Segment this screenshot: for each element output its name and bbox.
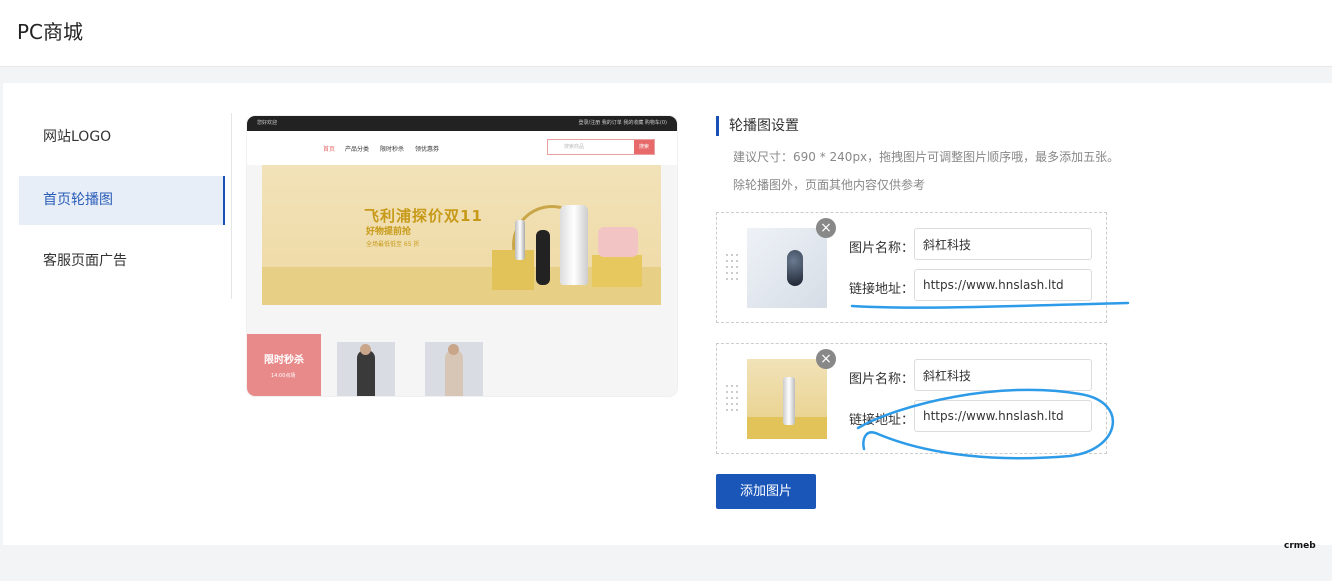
- image-name-input[interactable]: [914, 228, 1092, 260]
- menu-item-logo[interactable]: 网站LOGO: [19, 113, 224, 162]
- page-header: PC商城: [0, 0, 1332, 67]
- size-hint: 建议尺寸：690 * 240px，拖拽图片可调整图片顺序哦，最多添加五张。: [733, 150, 1120, 164]
- page-title: PC商城: [17, 20, 84, 44]
- preview-search-button: 搜索: [634, 140, 654, 154]
- preview-product-image: [337, 342, 395, 396]
- main-panel: 网站LOGO 首页轮播图 客服页面广告 您好欢迎 登录/注册 我的订单 我的收藏…: [3, 83, 1332, 545]
- drag-handle-icon[interactable]: [726, 254, 738, 280]
- link-label: 链接地址：: [849, 413, 915, 428]
- link-label: 链接地址：: [849, 282, 915, 297]
- preview-nav-item: 限时秒杀: [380, 146, 405, 153]
- preview-nav-item: 产品分类: [345, 146, 370, 153]
- image-name-label: 图片名称：: [849, 372, 915, 387]
- flash-sale-title: 限时秒杀: [264, 355, 304, 366]
- preview-search-placeholder: 搜索商品: [564, 144, 585, 150]
- add-image-button[interactable]: 添加图片: [716, 474, 816, 509]
- preview-top-links: 登录/注册 我的订单 我的收藏 购物车(0): [578, 120, 667, 126]
- banner-headline: 飞利浦探价双11: [364, 207, 483, 225]
- flash-sale-time: 14:00点场: [271, 373, 296, 379]
- preview-product-image: [425, 342, 483, 396]
- image-name-input[interactable]: [914, 359, 1092, 391]
- preview-hint: 除轮播图外，页面其他内容仅供参考: [733, 178, 926, 192]
- preview-banner-image: 飞利浦探价双11 好物提前抢 全场最低低至 65 折: [262, 165, 661, 305]
- page-preview: 您好欢迎 登录/注册 我的订单 我的收藏 购物车(0) 首页 产品分类 限时秒杀…: [247, 116, 677, 396]
- brand-logo: crmeb: [1284, 541, 1316, 551]
- drag-handle-icon[interactable]: [726, 385, 738, 411]
- image-name-label: 图片名称：: [849, 241, 915, 256]
- banner-subheadline: 好物提前抢: [366, 227, 412, 237]
- carousel-item[interactable]: × 图片名称： 链接地址：: [716, 343, 1107, 454]
- carousel-thumbnail[interactable]: [747, 228, 827, 308]
- carousel-item[interactable]: × 图片名称： 链接地址：: [716, 212, 1107, 323]
- delete-icon[interactable]: ×: [816, 349, 836, 369]
- menu-item-service-ad[interactable]: 客服页面广告: [19, 237, 224, 286]
- menu-item-home-carousel[interactable]: 首页轮播图: [19, 176, 225, 225]
- carousel-thumbnail[interactable]: [747, 359, 827, 439]
- preview-search: 搜索商品 搜索: [547, 139, 655, 155]
- delete-icon[interactable]: ×: [816, 218, 836, 238]
- link-input[interactable]: [914, 400, 1092, 432]
- preview-nav-item: 首页: [323, 146, 336, 153]
- preview-welcome: 您好欢迎: [257, 120, 278, 126]
- settings-menu: 网站LOGO 首页轮播图 客服页面广告: [19, 113, 232, 299]
- preview-flash-sale: 限时秒杀 14:00点场: [247, 334, 321, 396]
- preview-topbar: 您好欢迎 登录/注册 我的订单 我的收藏 购物车(0): [247, 116, 677, 131]
- link-input[interactable]: [914, 269, 1092, 301]
- menu-divider: [231, 113, 232, 299]
- banner-note: 全场最低低至 65 折: [366, 241, 420, 248]
- section-title: 轮播图设置: [716, 116, 799, 136]
- preview-nav-item: 领优惠券: [415, 146, 440, 153]
